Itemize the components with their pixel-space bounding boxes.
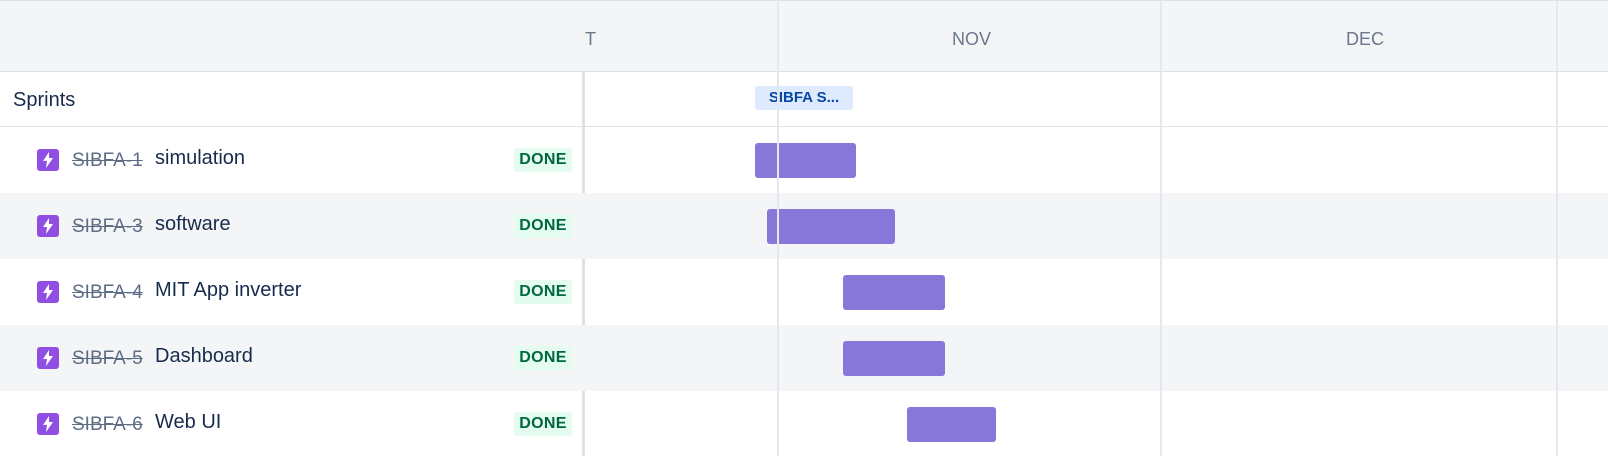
epic-lightning-icon xyxy=(37,215,59,237)
month-divider xyxy=(1160,0,1162,456)
status-badge: DONE xyxy=(514,280,572,304)
issue-row[interactable]: SIBFA-4 MIT App inverter DONE xyxy=(0,259,585,325)
month-label: T xyxy=(585,29,596,49)
timeline-row xyxy=(585,259,1608,325)
sprints-row[interactable]: Sprints xyxy=(0,72,585,127)
epic-lightning-icon xyxy=(37,149,59,171)
timeline-row xyxy=(585,391,1608,456)
issue-title[interactable]: MIT App inverter xyxy=(155,279,301,302)
issue-bar[interactable] xyxy=(755,143,856,178)
timeline-header: T NOV DEC xyxy=(585,0,1608,72)
month-divider xyxy=(1556,0,1558,456)
status-badge: DONE xyxy=(514,412,572,436)
timeline-row xyxy=(585,325,1608,391)
timeline-row xyxy=(585,193,1608,259)
epic-lightning-icon xyxy=(37,413,59,435)
issue-row[interactable]: SIBFA-6 Web UI DONE xyxy=(0,391,585,456)
issue-list-panel: Sprints SIBFA-1 simulation DONE SIBFA-3 … xyxy=(0,0,585,456)
timeline-sprint-row: SIBFA S... xyxy=(585,72,1608,127)
list-header xyxy=(0,0,585,72)
roadmap-view: Sprints SIBFA-1 simulation DONE SIBFA-3 … xyxy=(0,0,1608,456)
issue-title[interactable]: simulation xyxy=(155,147,245,170)
issue-bar[interactable] xyxy=(843,275,945,310)
issue-row[interactable]: SIBFA-1 simulation DONE xyxy=(0,127,585,193)
month-label: NOV xyxy=(952,29,992,49)
issue-key[interactable]: SIBFA-4 xyxy=(72,282,143,304)
issue-title[interactable]: software xyxy=(155,213,231,236)
issue-bar[interactable] xyxy=(907,407,996,442)
epic-lightning-icon xyxy=(37,347,59,369)
issue-key[interactable]: SIBFA-1 xyxy=(72,150,143,172)
month-label: DEC xyxy=(1346,29,1385,49)
issue-key[interactable]: SIBFA-5 xyxy=(72,348,143,370)
status-badge: DONE xyxy=(514,214,572,238)
issue-bar[interactable] xyxy=(843,341,945,376)
month-divider xyxy=(777,0,779,456)
timeline-row xyxy=(585,127,1608,193)
epic-lightning-icon xyxy=(37,281,59,303)
issue-key[interactable]: SIBFA-6 xyxy=(72,414,143,436)
issue-row[interactable]: SIBFA-3 software DONE xyxy=(0,193,585,259)
issue-row[interactable]: SIBFA-5 Dashboard DONE xyxy=(0,325,585,391)
sprint-chip[interactable]: SIBFA S... xyxy=(755,86,853,110)
status-badge: DONE xyxy=(514,346,572,370)
status-badge: DONE xyxy=(514,148,572,172)
issue-title[interactable]: Web UI xyxy=(155,411,221,434)
issue-bar[interactable] xyxy=(767,209,895,244)
sprints-label: Sprints xyxy=(13,89,76,111)
issue-title[interactable]: Dashboard xyxy=(155,345,253,368)
issue-key[interactable]: SIBFA-3 xyxy=(72,216,143,238)
timeline-panel[interactable]: T NOV DEC SIBFA S... xyxy=(585,0,1608,456)
